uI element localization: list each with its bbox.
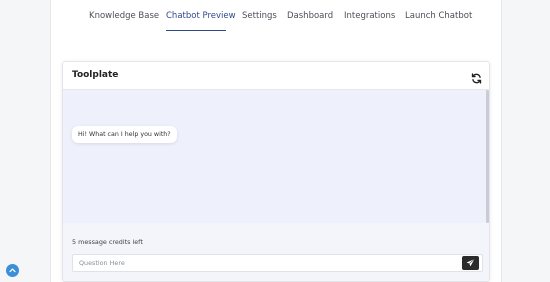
send-icon [466,258,475,267]
scrollbar-thumb[interactable] [486,90,489,223]
question-input-row [72,254,483,272]
chevron-up-icon [9,268,16,273]
tab-knowledge-base[interactable]: Knowledge Base [89,11,159,21]
chat-footer: 5 message credits left [63,223,489,281]
page-panel: Knowledge Base Chatbot Preview Settings … [50,0,502,282]
chat-header: Toolplate [63,62,489,90]
tab-chatbot-preview[interactable]: Chatbot Preview [166,11,236,21]
chat-widget-button[interactable] [6,264,19,277]
bot-message: Hi! What can I help you with? [72,126,177,143]
tab-settings[interactable]: Settings [242,11,277,21]
active-tab-indicator [166,30,226,31]
question-input[interactable] [73,255,459,271]
message-credits: 5 message credits left [72,238,143,246]
tab-bar: Knowledge Base Chatbot Preview Settings … [51,0,503,34]
tab-integrations[interactable]: Integrations [344,11,395,21]
refresh-icon[interactable] [471,69,482,84]
tab-launch-chatbot[interactable]: Launch Chatbot [405,11,472,21]
tab-dashboard[interactable]: Dashboard [287,11,333,21]
chat-title: Toolplate [72,70,119,80]
send-button[interactable] [462,256,479,270]
chat-messages[interactable]: Hi! What can I help you with? [63,90,489,223]
chat-preview-window: Toolplate Hi! What can I help you with? … [62,61,490,282]
